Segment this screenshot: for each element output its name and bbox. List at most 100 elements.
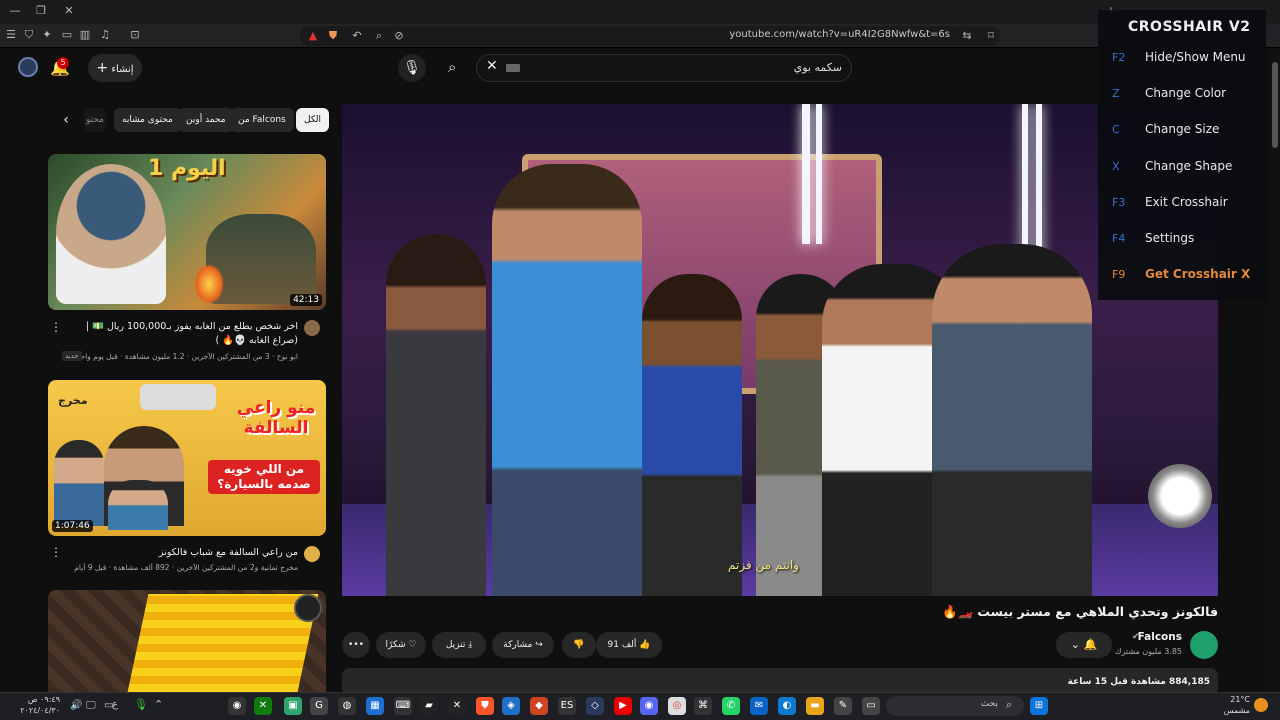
chip-similar-2[interactable]: محتو	[84, 108, 106, 132]
app-icon[interactable]: ✕	[448, 697, 466, 715]
microphone-tray-icon[interactable]: 🎙	[134, 698, 148, 711]
brave-rewards-icon[interactable]: ▲	[306, 29, 320, 43]
url-text[interactable]: youtube.com/watch?v=uR4I2G8Nwfw&t=6s	[729, 29, 950, 40]
zoom-icon[interactable]: ⌕	[372, 29, 386, 43]
app-icon[interactable]: ✎	[834, 697, 852, 715]
music-icon[interactable]: ♫	[98, 28, 112, 42]
taskbar-clock[interactable]: ٠٩:٤٩ ص ٢٠٢٤/٠٤/٣٠	[20, 694, 60, 716]
share-button[interactable]: مشاركة ↪	[492, 632, 554, 658]
chip-mohammed[interactable]: محمد أوبن	[178, 108, 234, 132]
volume-icon[interactable]: 🔊	[70, 700, 82, 711]
stage-light	[816, 104, 822, 244]
download-button[interactable]: تنزيل ⤓	[432, 632, 486, 658]
share-url-icon[interactable]: ⇆	[960, 29, 974, 43]
scrollbar-thumb[interactable]	[1272, 62, 1278, 148]
crosshair-change-shape[interactable]: Change Shape	[1145, 159, 1232, 173]
app-icon[interactable]: ▣	[284, 697, 302, 715]
search-icon[interactable]: ⌕	[448, 58, 456, 76]
crosshair-change-size[interactable]: Change Size	[1145, 122, 1219, 136]
menu-icon[interactable]: ☰	[4, 28, 18, 42]
more-actions-button[interactable]: •••	[342, 632, 370, 658]
channel-avatar[interactable]	[1190, 631, 1218, 659]
subscribed-button[interactable]: ⌄ 🔔	[1056, 632, 1112, 658]
thumbs-up-icon: 👍	[639, 640, 651, 650]
app-icon[interactable]: ◉	[228, 697, 246, 715]
app-icon[interactable]: ◆	[530, 697, 548, 715]
video-duration: 42:13	[290, 294, 322, 306]
dislike-button[interactable]: 👎	[562, 632, 596, 658]
whatsapp-icon[interactable]: ✆	[722, 697, 740, 715]
channel-name[interactable]: Falcons	[1138, 631, 1182, 643]
minimize-icon[interactable]: —	[8, 4, 22, 18]
crosshair-key: F4	[1112, 232, 1126, 245]
avatar[interactable]	[18, 57, 38, 77]
chip-similar[interactable]: محتوى مشابه	[114, 108, 181, 132]
tracking-icon[interactable]: ⊘	[392, 29, 406, 43]
crosshair-settings[interactable]: Settings	[1145, 231, 1194, 245]
video-thumbnail[interactable]: منو راعي السالفة من اللي خويه صدمه بالسي…	[48, 380, 326, 536]
clear-search-icon[interactable]: ✕	[486, 58, 498, 74]
brave-browser-icon[interactable]: ⛊	[476, 697, 494, 715]
video-title[interactable]: من راعي السالفة مع شباب فالكونز	[68, 546, 298, 560]
close-icon[interactable]: ✕	[62, 4, 76, 18]
youtube-icon[interactable]: ▶	[614, 697, 632, 715]
video-thumbnail[interactable]	[48, 590, 326, 692]
sidebar-icon[interactable]: ▥	[78, 28, 92, 42]
thanks-button[interactable]: شكرًا ♡	[376, 632, 426, 658]
app-icon[interactable]: ES	[558, 697, 576, 715]
like-button[interactable]: 91 ألف 👍	[596, 632, 662, 658]
heart-dollar-icon: ♡	[408, 640, 417, 650]
app-icon[interactable]: ◈	[502, 697, 520, 715]
voice-search-button[interactable]: 🎙	[398, 54, 426, 82]
xbox-icon[interactable]: ✕	[254, 697, 272, 715]
search-query[interactable]: سكمه بوي	[794, 61, 842, 74]
crosshair-hide-show[interactable]: Hide/Show Menu	[1145, 50, 1246, 64]
crosshair-get-x[interactable]: Get Crosshair X	[1145, 267, 1250, 281]
brave-shield-icon[interactable]: ⛊	[326, 29, 340, 43]
person-grey-sweater	[932, 244, 1092, 596]
discord-icon[interactable]: ◉	[640, 697, 658, 715]
chip-from-falcons[interactable]: من Falcons	[230, 108, 294, 132]
clock-date: ٢٠٢٤/٠٤/٣٠	[20, 706, 60, 715]
network-icon[interactable]: 🖵	[86, 700, 96, 711]
video-title[interactable]: اخر شخص يطلع من الغابه يفوز بـ100,000 ري…	[68, 320, 298, 348]
screenshot-icon[interactable]: ⊡	[128, 28, 142, 42]
restore-icon[interactable]: ❐	[34, 4, 48, 18]
tab-list-icon[interactable]: ▭	[60, 28, 74, 42]
channel-avatar[interactable]	[304, 546, 320, 562]
task-view-icon[interactable]: ▭	[862, 697, 880, 715]
language-indicator[interactable]: ع	[112, 699, 118, 710]
taskbar-search[interactable]	[886, 696, 1024, 716]
chip-all[interactable]: الكل	[296, 108, 330, 132]
keyboard-icon[interactable]	[506, 64, 520, 72]
person-blue-hoodie	[492, 164, 642, 596]
app-icon[interactable]: ▰	[420, 697, 438, 715]
extensions-icon[interactable]: ✦	[40, 28, 54, 42]
app-icon[interactable]: ▦	[366, 697, 384, 715]
bookmark-icon[interactable]: ⌑	[984, 29, 998, 43]
more-options-icon[interactable]: ⋮	[50, 320, 62, 334]
video-player[interactable]	[342, 104, 1218, 596]
app-icon[interactable]: ⌨	[394, 697, 412, 715]
app-icon[interactable]: ◇	[586, 697, 604, 715]
outlook-icon[interactable]: ✉	[750, 697, 768, 715]
edge-icon[interactable]: ◐	[778, 697, 796, 715]
start-icon[interactable]: ⊞	[1030, 697, 1048, 715]
chips-prev-button[interactable]: ‹	[54, 108, 78, 132]
video-thumbnail[interactable]: اليوم 1 42:13	[48, 154, 326, 310]
crosshair-exit[interactable]: Exit Crosshair	[1145, 195, 1228, 209]
more-options-icon[interactable]: ⋮	[50, 545, 62, 559]
app-icon[interactable]: ◍	[338, 697, 356, 715]
tray-overflow-icon[interactable]: ⌃	[154, 698, 163, 711]
undo-icon[interactable]: ↶	[350, 29, 364, 43]
create-button[interactable]: + إنشاء	[88, 54, 142, 82]
app-icon[interactable]: G	[310, 697, 328, 715]
chrome-icon[interactable]: ◎	[668, 697, 686, 715]
crosshair-change-color[interactable]: Change Color	[1145, 86, 1226, 100]
share-label: مشاركة	[503, 640, 533, 650]
weather-widget[interactable]: 21°C مشمس	[1220, 694, 1250, 716]
channel-avatar[interactable]	[304, 320, 320, 336]
file-explorer-icon[interactable]: ▬	[806, 697, 824, 715]
shield-icon[interactable]: ⛉	[22, 28, 36, 42]
app-icon[interactable]: ⌘	[694, 697, 712, 715]
